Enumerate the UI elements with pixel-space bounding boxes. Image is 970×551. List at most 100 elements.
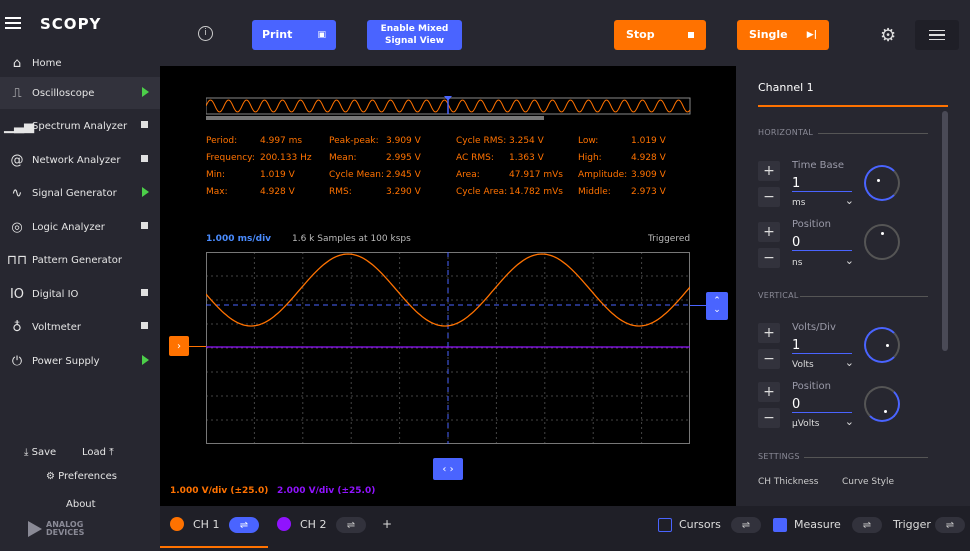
- ch1-offset-handle[interactable]: ›: [169, 336, 189, 356]
- measurement-label: Cycle RMS:: [456, 136, 507, 146]
- sidebar-item-label: Digital IO: [32, 288, 79, 300]
- waveform-plot[interactable]: [206, 252, 690, 444]
- panel-scrollbar[interactable]: [942, 111, 948, 351]
- ch1-label[interactable]: CH 1: [193, 518, 219, 531]
- running-indicator-icon[interactable]: [142, 355, 149, 365]
- hpos-increment-button[interactable]: +: [758, 222, 780, 242]
- timebase-knob[interactable]: [864, 165, 900, 201]
- measure-checkbox[interactable]: [773, 518, 787, 532]
- measurement-value: 3.909 V: [386, 136, 421, 146]
- ch1-enable-toggle[interactable]: [170, 517, 184, 531]
- sidebar-item-voltmeter[interactable]: ♁ Voltmeter: [0, 311, 160, 343]
- trigger-level-handle[interactable]: ⌃ ⌄: [706, 292, 728, 320]
- spectrum-icon: ▁▃▅: [4, 118, 34, 134]
- sidebar-item-label: Oscilloscope: [32, 87, 95, 99]
- general-settings-button[interactable]: [915, 20, 959, 50]
- measurement-label: Cycle Mean:: [329, 170, 385, 180]
- sidebar-item-label: Home: [32, 57, 62, 69]
- ch1-selected-indicator: [160, 546, 268, 548]
- trigger-menu-button[interactable]: ⇌: [935, 517, 965, 533]
- running-indicator-icon[interactable]: [142, 187, 149, 197]
- buffer-scrollbar: [206, 116, 544, 120]
- enable-mixed-signal-view-button[interactable]: Enable Mixed Signal View: [367, 20, 462, 50]
- vdiv-decrement-button[interactable]: −: [758, 349, 780, 369]
- preferences-button[interactable]: ⚙ Preferences: [46, 471, 117, 482]
- volts-per-div-unit-select[interactable]: Volts: [792, 356, 856, 370]
- stopped-indicator-icon[interactable]: [141, 289, 148, 296]
- about-button[interactable]: About: [66, 499, 96, 510]
- vertical-position-knob[interactable]: [864, 386, 900, 422]
- settings-gear-icon[interactable]: ⚙: [880, 25, 896, 46]
- timebase-unit-select[interactable]: ms: [792, 194, 856, 208]
- stopped-indicator-icon[interactable]: [141, 155, 148, 162]
- sample-rate-label: 1.6 k Samples at 100 ksps: [292, 234, 411, 244]
- digital-io-icon: IO: [9, 286, 25, 302]
- ch1-menu-button[interactable]: ⇌: [229, 517, 259, 533]
- ch2-menu-button[interactable]: ⇌: [336, 517, 366, 533]
- sidebar-item-spectrum-analyzer[interactable]: ▁▃▅ Spectrum Analyzer: [0, 110, 160, 142]
- measurement-value: 2.995 V: [386, 153, 421, 163]
- horizontal-position-unit-select[interactable]: ns: [792, 254, 856, 268]
- sidebar-item-signal-generator[interactable]: ∿ Signal Generator: [0, 177, 160, 209]
- stopped-indicator-icon[interactable]: [141, 322, 148, 329]
- sidebar-item-power-supply[interactable]: ⏻ Power Supply: [0, 345, 160, 377]
- volts-per-div-input[interactable]: 1: [792, 338, 852, 354]
- sidebar-item-label: Pattern Generator: [32, 254, 122, 266]
- save-button[interactable]: ⤓ Save: [24, 447, 56, 458]
- ch2-scale-label: 2.000 V/div (±25.0): [277, 486, 376, 496]
- running-indicator-icon[interactable]: [142, 87, 149, 97]
- cursors-menu-button[interactable]: ⇌: [731, 517, 761, 533]
- add-channel-button[interactable]: +: [382, 517, 392, 531]
- horizontal-position-input[interactable]: 0: [792, 235, 852, 251]
- single-button[interactable]: Single ▶|: [737, 20, 829, 50]
- vertical-section-label: VERTICAL: [758, 291, 799, 300]
- horizontal-position-knob[interactable]: [864, 224, 900, 260]
- load-button[interactable]: Load ⤒: [82, 447, 114, 458]
- timebase-decrement-button[interactable]: −: [758, 187, 780, 207]
- sidebar-item-oscilloscope[interactable]: ⎍ Oscilloscope: [0, 77, 160, 109]
- sidebar-item-network-analyzer[interactable]: @ Network Analyzer: [0, 144, 160, 176]
- logic-analyzer-icon: ◎: [11, 219, 23, 235]
- measurement-value: 1.363 V: [509, 153, 544, 163]
- vertical-position-unit-select[interactable]: μVolts: [792, 415, 856, 429]
- print-button[interactable]: Print ▣: [252, 20, 336, 50]
- sidebar-item-pattern-generator[interactable]: ⊓⊓ Pattern Generator: [0, 244, 160, 276]
- sidebar-item-logic-analyzer[interactable]: ◎ Logic Analyzer: [0, 211, 160, 243]
- measurement-label: Middle:: [578, 187, 611, 197]
- vertical-position-input[interactable]: 0: [792, 397, 852, 413]
- cursors-checkbox[interactable]: [658, 518, 672, 532]
- timebase-input[interactable]: 1: [792, 176, 852, 192]
- sidebar-item-digital-io[interactable]: IO Digital IO: [0, 278, 160, 310]
- stopped-indicator-icon[interactable]: [141, 121, 148, 128]
- ch2-label[interactable]: CH 2: [300, 518, 326, 531]
- timebase-increment-button[interactable]: +: [758, 161, 780, 181]
- ch2-enable-toggle[interactable]: [277, 517, 291, 531]
- menu-icon[interactable]: [5, 17, 21, 29]
- info-icon[interactable]: i: [198, 26, 213, 41]
- stop-icon: [688, 32, 694, 38]
- measurement-label: Low:: [578, 136, 599, 146]
- stop-button[interactable]: Stop: [614, 20, 706, 50]
- chevron-right-icon: ›: [177, 340, 181, 352]
- power-supply-icon: ⏻: [11, 353, 23, 369]
- stopped-indicator-icon[interactable]: [141, 222, 148, 229]
- horizontal-position-label: Position: [792, 219, 831, 230]
- sidebar-item-home[interactable]: ⌂ Home: [0, 47, 160, 79]
- vdiv-increment-button[interactable]: +: [758, 323, 780, 343]
- measure-menu-button[interactable]: ⇌: [852, 517, 882, 533]
- hpos-decrement-button[interactable]: −: [758, 248, 780, 268]
- volts-per-div-knob[interactable]: [864, 327, 900, 363]
- sidebar-item-label: Spectrum Analyzer: [32, 120, 128, 132]
- trigger-position-handle[interactable]: ‹ ›: [433, 458, 463, 480]
- sidebar-item-label: Voltmeter: [32, 321, 81, 333]
- sidebar-item-label: Signal Generator: [32, 187, 117, 199]
- measurement-label: Cycle Area:: [456, 187, 508, 197]
- vpos-decrement-button[interactable]: −: [758, 408, 780, 428]
- vpos-increment-button[interactable]: +: [758, 382, 780, 402]
- volts-per-div-label: Volts/Div: [792, 322, 836, 333]
- gear-icon: ⚙: [46, 471, 55, 482]
- measurement-value: 200.133 Hz: [260, 153, 312, 163]
- measurement-value: 14.782 mVs: [509, 187, 563, 197]
- buffer-preview[interactable]: [206, 96, 692, 122]
- analog-devices-logo: ANALOG DEVICES: [28, 521, 84, 537]
